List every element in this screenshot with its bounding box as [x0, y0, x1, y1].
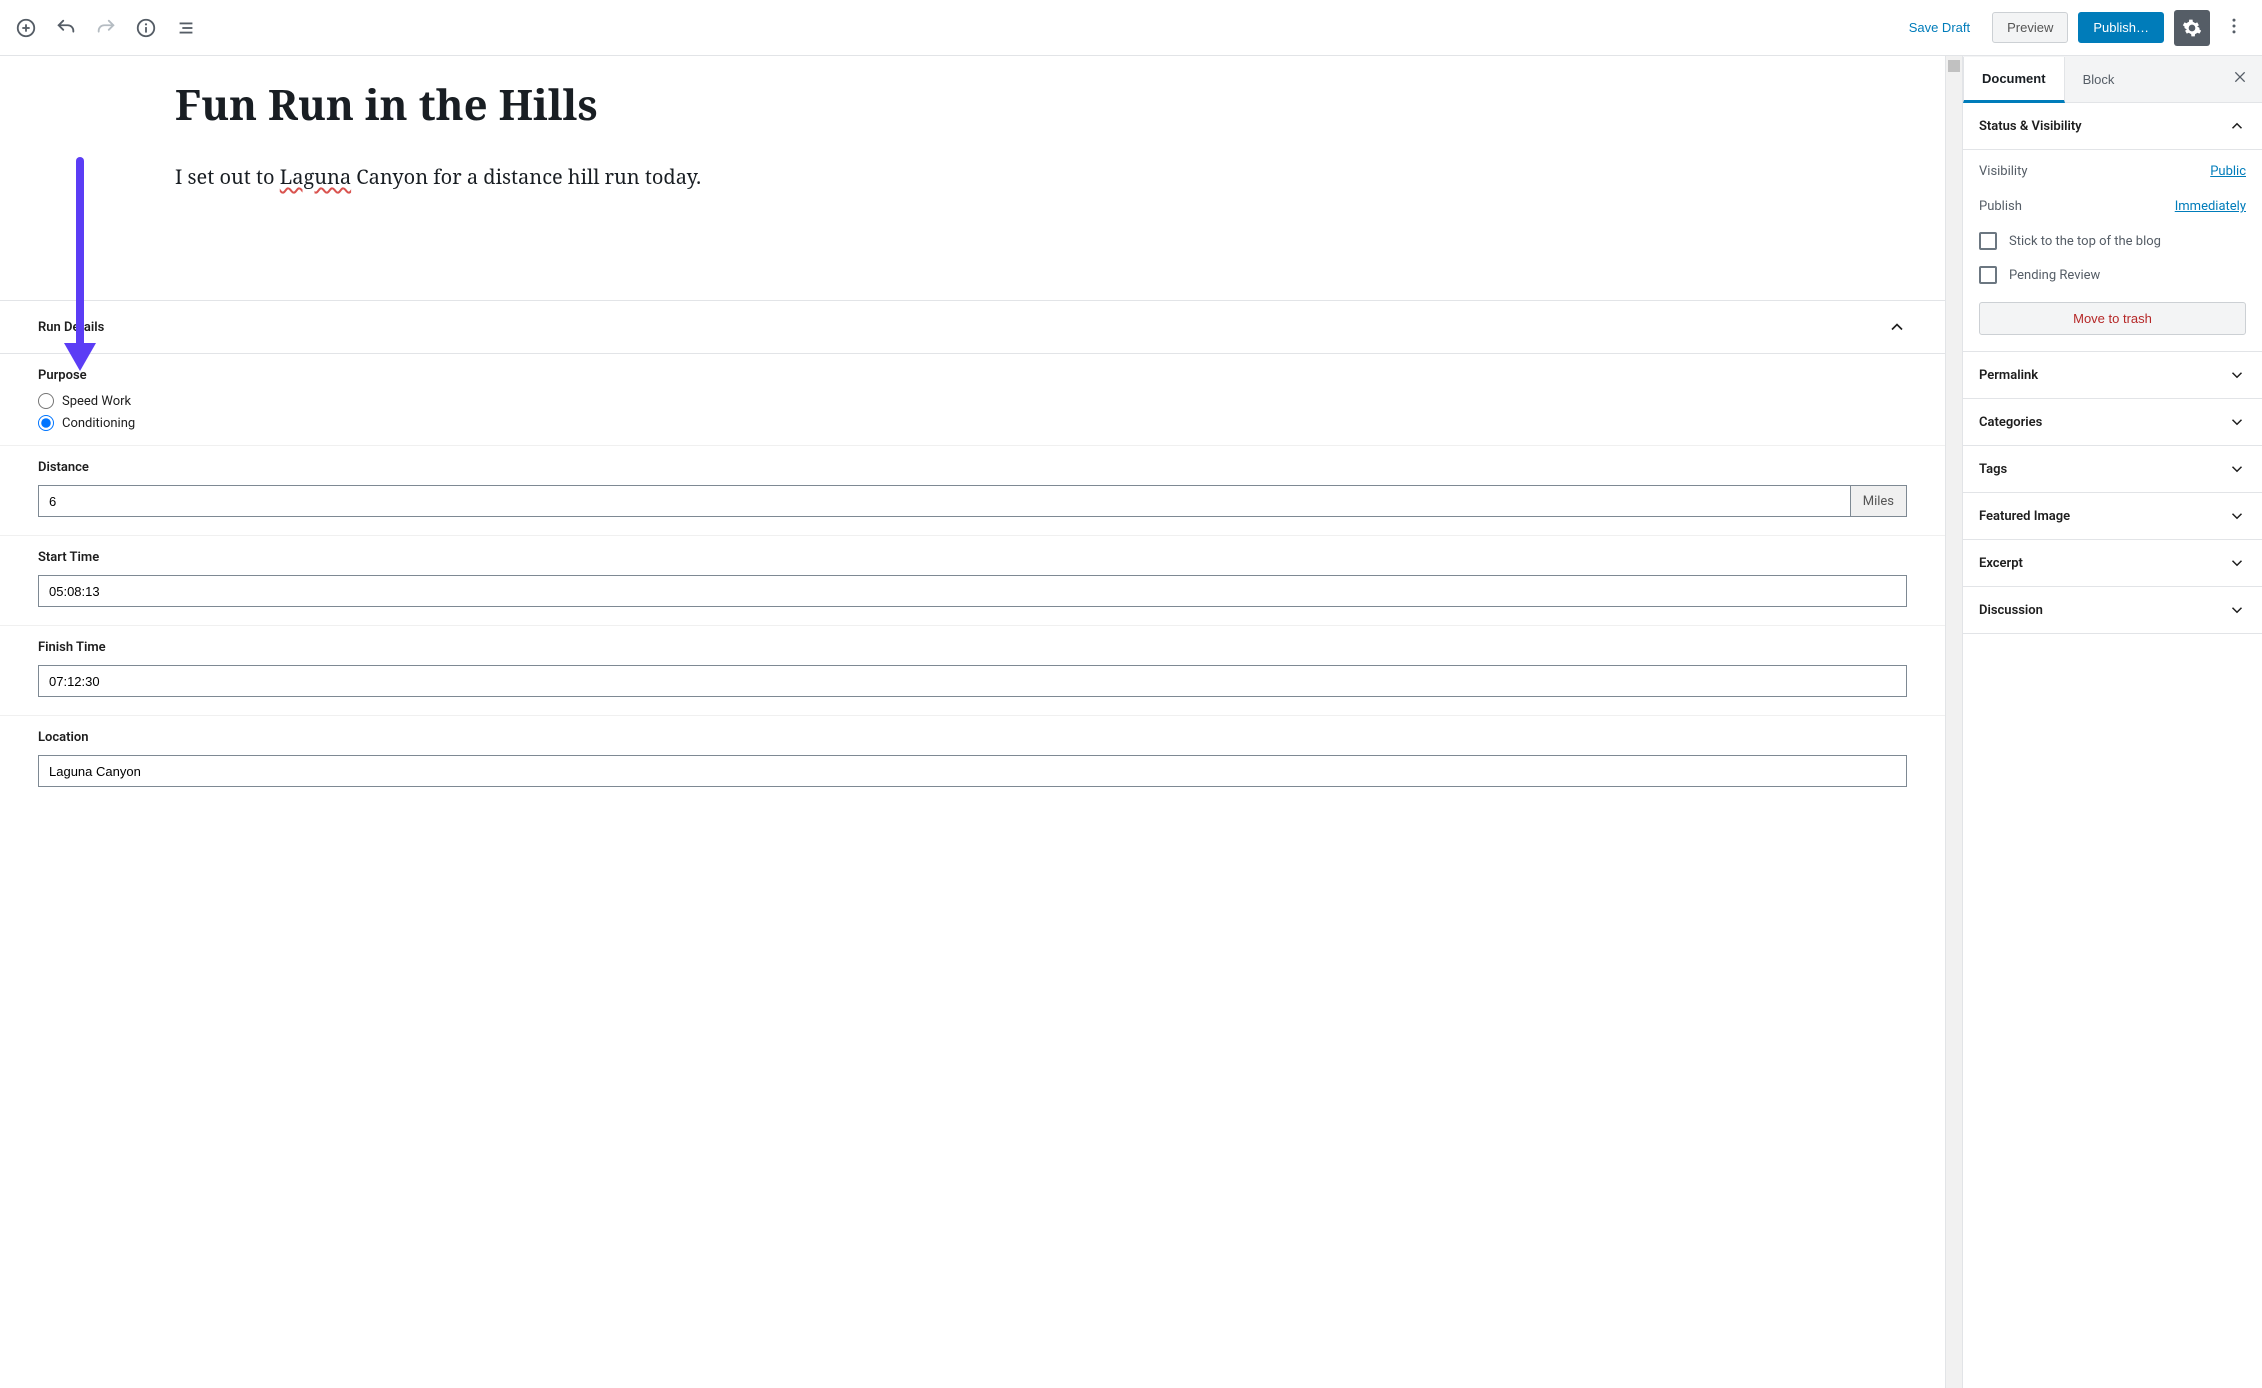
radio-label-speed-work: Speed Work — [62, 394, 131, 409]
field-location: Location — [0, 716, 1945, 805]
row-publish: Publish Immediately — [1979, 189, 2246, 224]
label-distance: Distance — [38, 460, 1907, 475]
chevron-down-icon — [2228, 601, 2246, 619]
publish-button[interactable]: Publish… — [2078, 12, 2164, 43]
editor-scrollbar[interactable] — [1945, 56, 1962, 1388]
panel-title-tags: Tags — [1979, 462, 2007, 477]
checkbox-label-pending: Pending Review — [2009, 268, 2100, 283]
row-visibility: Visibility Public — [1979, 154, 2246, 189]
add-block-button[interactable] — [8, 10, 44, 46]
input-location[interactable] — [38, 755, 1907, 787]
preview-button[interactable]: Preview — [1992, 12, 2068, 43]
paragraph-text-pre: I set out to — [175, 163, 280, 190]
chevron-down-icon — [2228, 460, 2246, 478]
panel-title-featured-image: Featured Image — [1979, 509, 2070, 524]
annotation-arrow-icon — [50, 151, 110, 381]
panel-title-status: Status & Visibility — [1979, 119, 2082, 134]
undo-button[interactable] — [48, 10, 84, 46]
radio-label-conditioning: Conditioning — [62, 416, 135, 431]
panel-title-discussion: Discussion — [1979, 603, 2043, 618]
spellcheck-word: Laguna — [280, 163, 351, 190]
redo-button[interactable] — [88, 10, 124, 46]
close-icon — [2232, 69, 2248, 85]
chevron-up-icon — [1887, 317, 1907, 337]
chevron-up-icon — [2228, 117, 2246, 135]
checkbox-label-stick: Stick to the top of the blog — [2009, 234, 2161, 249]
more-options-button[interactable] — [2220, 10, 2248, 46]
label-location: Location — [38, 730, 1907, 745]
panel-featured-image[interactable]: Featured Image — [1963, 493, 2262, 540]
post-body: Fun Run in the Hills I set out to Laguna… — [0, 56, 1945, 250]
close-sidebar-button[interactable] — [2218, 59, 2262, 100]
chevron-down-icon — [2228, 554, 2246, 572]
save-draft-button[interactable]: Save Draft — [1897, 12, 1982, 43]
link-visibility-value[interactable]: Public — [2210, 164, 2246, 179]
tab-block[interactable]: Block — [2065, 58, 2133, 101]
panel-permalink[interactable]: Permalink — [1963, 352, 2262, 399]
top-toolbar: Save Draft Preview Publish… — [0, 0, 2262, 56]
panel-discussion[interactable]: Discussion — [1963, 587, 2262, 634]
checkbox-stick-top[interactable]: Stick to the top of the blog — [1979, 224, 2246, 258]
settings-sidebar: Document Block Status & Visibility Visib… — [1962, 56, 2262, 1388]
field-distance: Distance Miles — [0, 446, 1945, 536]
label-start-time: Start Time — [38, 550, 1907, 565]
redo-icon — [95, 17, 117, 39]
field-purpose: Purpose Speed Work Conditioning — [0, 354, 1945, 446]
label-finish-time: Finish Time — [38, 640, 1907, 655]
input-finish-time[interactable] — [38, 665, 1907, 697]
workspace: Fun Run in the Hills I set out to Laguna… — [0, 56, 2262, 1388]
list-icon — [175, 17, 197, 39]
paragraph-text-post: Canyon for a distance hill run today. — [351, 163, 701, 190]
gear-icon — [2182, 18, 2202, 38]
label-purpose: Purpose — [38, 368, 1907, 383]
info-icon — [135, 17, 157, 39]
metabox-header-run-details[interactable]: Run Details — [0, 301, 1945, 354]
chevron-down-icon — [2228, 366, 2246, 384]
panel-categories[interactable]: Categories — [1963, 399, 2262, 446]
undo-icon — [55, 17, 77, 39]
input-start-time[interactable] — [38, 575, 1907, 607]
field-finish-time: Finish Time — [0, 626, 1945, 716]
label-visibility: Visibility — [1979, 164, 2028, 179]
radio-input-speed-work[interactable] — [38, 393, 54, 409]
radio-conditioning[interactable]: Conditioning — [38, 415, 1907, 431]
panel-body-status: Visibility Public Publish Immediately St… — [1963, 150, 2262, 352]
content-info-button[interactable] — [128, 10, 164, 46]
panel-title-excerpt: Excerpt — [1979, 556, 2023, 571]
panel-excerpt[interactable]: Excerpt — [1963, 540, 2262, 587]
checkbox-pending-review[interactable]: Pending Review — [1979, 258, 2246, 292]
toolbar-left-group — [8, 10, 204, 46]
radio-speed-work[interactable]: Speed Work — [38, 393, 1907, 409]
chevron-down-icon — [2228, 507, 2246, 525]
input-distance[interactable] — [38, 485, 1851, 517]
panel-title-categories: Categories — [1979, 415, 2042, 430]
radio-input-conditioning[interactable] — [38, 415, 54, 431]
label-publish: Publish — [1979, 199, 2022, 214]
plus-circle-icon — [15, 17, 37, 39]
post-paragraph[interactable]: I set out to Laguna Canyon for a distanc… — [0, 143, 820, 210]
panel-status-visibility[interactable]: Status & Visibility — [1963, 103, 2262, 150]
toolbar-right-group: Save Draft Preview Publish… — [1897, 10, 2254, 46]
editor-canvas: Fun Run in the Hills I set out to Laguna… — [0, 56, 1945, 1388]
more-vertical-icon — [2224, 16, 2244, 36]
addon-distance-unit: Miles — [1851, 485, 1907, 517]
block-navigation-button[interactable] — [168, 10, 204, 46]
chevron-down-icon — [2228, 413, 2246, 431]
checkbox-box-icon — [1979, 232, 1997, 250]
panel-tags[interactable]: Tags — [1963, 446, 2262, 493]
field-start-time: Start Time — [0, 536, 1945, 626]
move-to-trash-button[interactable]: Move to trash — [1979, 302, 2246, 335]
post-title[interactable]: Fun Run in the Hills — [0, 56, 1945, 143]
tab-document[interactable]: Document — [1963, 57, 2065, 103]
checkbox-box-icon — [1979, 266, 1997, 284]
link-publish-value[interactable]: Immediately — [2175, 199, 2246, 214]
settings-toggle-button[interactable] — [2174, 10, 2210, 46]
sidebar-tabs: Document Block — [1963, 56, 2262, 103]
panel-title-permalink: Permalink — [1979, 368, 2038, 383]
